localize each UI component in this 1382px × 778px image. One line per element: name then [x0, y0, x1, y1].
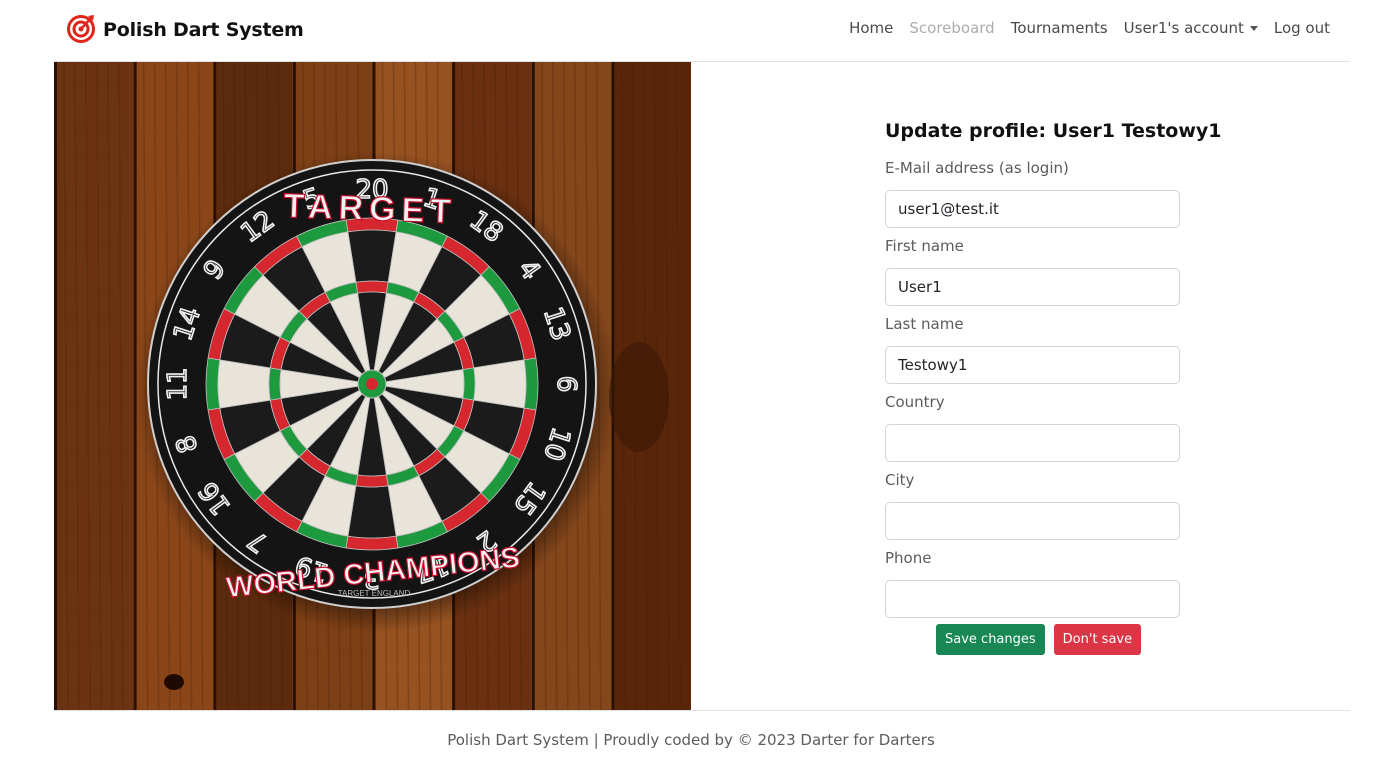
form-actions: Save changes Don't save [936, 624, 1142, 655]
phone-field[interactable] [885, 580, 1180, 618]
dartboard-image: 20 1 18 4 13 6 10 15 2 17 3 19 7 16 8 11 14 9 12 5 TARGET W… [54, 62, 691, 710]
chevron-down-icon [1249, 26, 1258, 31]
save-changes-button[interactable]: Save changes [936, 624, 1045, 655]
svg-text:6: 6 [551, 376, 581, 393]
city-field-group: City [885, 470, 1180, 540]
country-field-group: Country [885, 392, 1180, 462]
email-field-group: E-Mail address (as login) [885, 158, 1180, 228]
country-label: Country [885, 393, 945, 411]
nav-logout[interactable]: Log out [1274, 19, 1330, 37]
first-name-label: First name [885, 237, 964, 255]
svg-text:11: 11 [163, 367, 193, 400]
profile-form: Update profile: User1 Testowy1 E-Mail ad… [885, 116, 1222, 655]
first-name-field[interactable] [885, 268, 1180, 306]
email-label: E-Mail address (as login) [885, 159, 1069, 177]
last-name-field-group: Last name [885, 314, 1180, 384]
navbar: Polish Dart System Home Scoreboard Tourn… [0, 0, 1382, 62]
city-label: City [885, 471, 915, 489]
country-field[interactable] [885, 424, 1180, 462]
footer-text: Polish Dart System | Proudly coded by © … [447, 731, 935, 749]
phone-label: Phone [885, 549, 932, 567]
nav-tournaments[interactable]: Tournaments [1011, 19, 1108, 37]
main-nav: Home Scoreboard Tournaments User1's acco… [849, 19, 1330, 37]
brand-link[interactable]: Polish Dart System [66, 14, 304, 46]
nav-account-dropdown[interactable]: User1's account [1124, 19, 1258, 37]
nav-account-label: User1's account [1123, 19, 1244, 37]
first-name-field-group: First name [885, 236, 1180, 306]
email-field[interactable] [885, 190, 1180, 228]
board-text-maker: TARGET ENGLAND [338, 589, 411, 598]
last-name-field[interactable] [885, 346, 1180, 384]
form-title: Update profile: User1 Testowy1 [885, 120, 1222, 142]
last-name-label: Last name [885, 315, 964, 333]
nav-home[interactable]: Home [849, 19, 893, 37]
city-field[interactable] [885, 502, 1180, 540]
dont-save-button[interactable]: Don't save [1053, 624, 1142, 655]
footer-divider [54, 710, 1350, 711]
nav-scoreboard[interactable]: Scoreboard [909, 19, 994, 37]
board-text-top: TARGET [283, 187, 457, 231]
dart-target-icon [66, 13, 96, 47]
phone-field-group: Phone [885, 548, 1180, 618]
brand-name: Polish Dart System [103, 19, 304, 41]
